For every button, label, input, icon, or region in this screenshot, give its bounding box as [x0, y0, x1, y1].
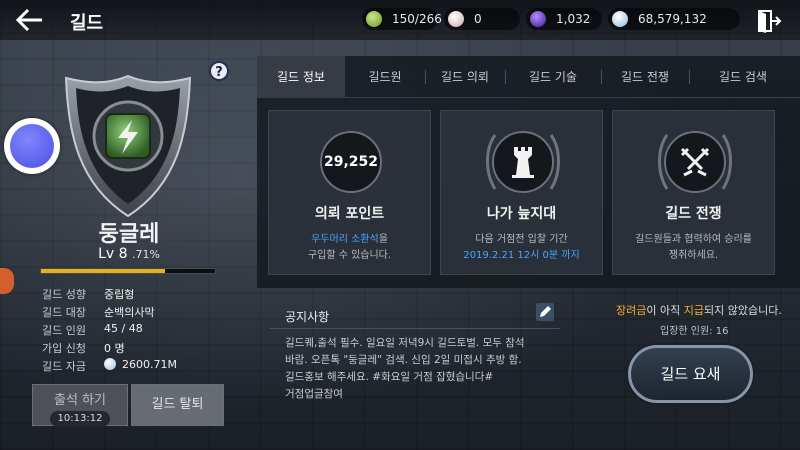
pearl-icon — [448, 11, 464, 27]
leave-guild-button[interactable]: 길드 탈퇴 — [131, 384, 224, 426]
guild-xp-fill — [41, 269, 165, 273]
guild-name: 둥글레 — [98, 222, 160, 247]
pearl-counter: 0 — [444, 8, 520, 30]
attend-button[interactable]: 출석 하기 10:13:12 — [32, 384, 128, 427]
card-territory[interactable]: 나가 늪지대 다음 거점전 입찰 기간 2019.2.21 12시 0분 까지 — [440, 110, 603, 275]
crossed-swords-icon — [664, 131, 726, 193]
silver-value: 68,579,132 — [638, 12, 707, 26]
card-title: 나가 늪지대 — [486, 206, 557, 222]
page-title: 길드 — [70, 13, 104, 34]
guild-funds-value: 2600.71M — [122, 358, 177, 371]
silver-counter: 68,579,132 — [608, 8, 740, 30]
silver-coin-icon — [612, 11, 628, 27]
exit-door-icon[interactable] — [756, 8, 782, 34]
reward-status: 장려금이 아직 지급되지 않았습니다. — [616, 304, 782, 317]
side-menu-handle[interactable] — [0, 268, 14, 294]
stamina-icon — [366, 11, 382, 27]
stamina-value: 150/266 — [392, 12, 442, 26]
tab-requests[interactable]: 길드 의뢰 — [425, 56, 505, 98]
amethyst-icon — [530, 11, 546, 27]
tab-guild-info[interactable]: 길드 정보 — [257, 56, 345, 98]
guild-xp-bar — [40, 268, 216, 274]
amethyst-value: 1,032 — [556, 12, 591, 26]
attend-timer: 10:13:12 — [50, 411, 110, 427]
card-desc: 다음 거점전 입찰 기간 2019.2.21 12시 0분 까지 — [463, 234, 580, 261]
guild-level-label: Lv 8 — [98, 246, 128, 262]
amethyst-counter: 1,032 — [526, 8, 602, 30]
guild-level-percent: .71% — [131, 248, 160, 261]
request-points-value: 29,252 — [323, 154, 379, 170]
stamina-counter: 150/266 — [362, 8, 442, 30]
top-bar: 길드 150/266 0 1,032 68,579,132 — [0, 0, 800, 40]
card-title: 의뢰 포인트 — [314, 206, 385, 222]
card-desc: 우두머리 소환석을 구입할 수 있습니다. — [307, 234, 392, 261]
help-icon[interactable]: ? — [209, 61, 229, 81]
castle-tower-icon — [492, 131, 554, 193]
card-desc: 길드원들과 협력하여 승리를 쟁취하세요. — [635, 234, 752, 261]
tab-war[interactable]: 길드 전쟁 — [601, 56, 689, 98]
browser-shortcut-icon[interactable] — [4, 118, 60, 174]
guild-crest-icon — [62, 72, 194, 220]
edit-pencil-icon[interactable] — [536, 303, 554, 321]
request-points-badge: 29,252 — [320, 131, 382, 193]
entered-count: 입장한 인원: 16 — [660, 326, 729, 337]
tab-members[interactable]: 길드원 — [345, 56, 425, 98]
tab-skills[interactable]: 길드 기술 — [505, 56, 601, 98]
tab-search[interactable]: 길드 검색 — [689, 56, 797, 98]
silver-coin-icon — [104, 358, 116, 370]
notice-title: 공지사항 — [285, 310, 330, 324]
guild-fortress-button[interactable]: 길드 요새 — [628, 345, 753, 403]
card-guild-war[interactable]: 길드 전쟁 길드원들과 협력하여 승리를 쟁취하세요. — [612, 110, 775, 275]
card-title: 길드 전쟁 — [665, 206, 722, 222]
guild-level: Lv 8 .71% — [64, 246, 194, 262]
attend-label: 출석 하기 — [54, 393, 106, 408]
notice-divider — [270, 328, 560, 329]
card-request-points[interactable]: 29,252 의뢰 포인트 우두머리 소환석을 구입할 수 있습니다. — [268, 110, 431, 275]
notice-body: 길드퀘,출석 필수. 일요일 저녁9시 길드토벌. 모두 참석 바람. 오픈톡 … — [285, 337, 525, 400]
pearl-value: 0 — [474, 12, 482, 26]
back-arrow-icon[interactable] — [14, 6, 46, 34]
